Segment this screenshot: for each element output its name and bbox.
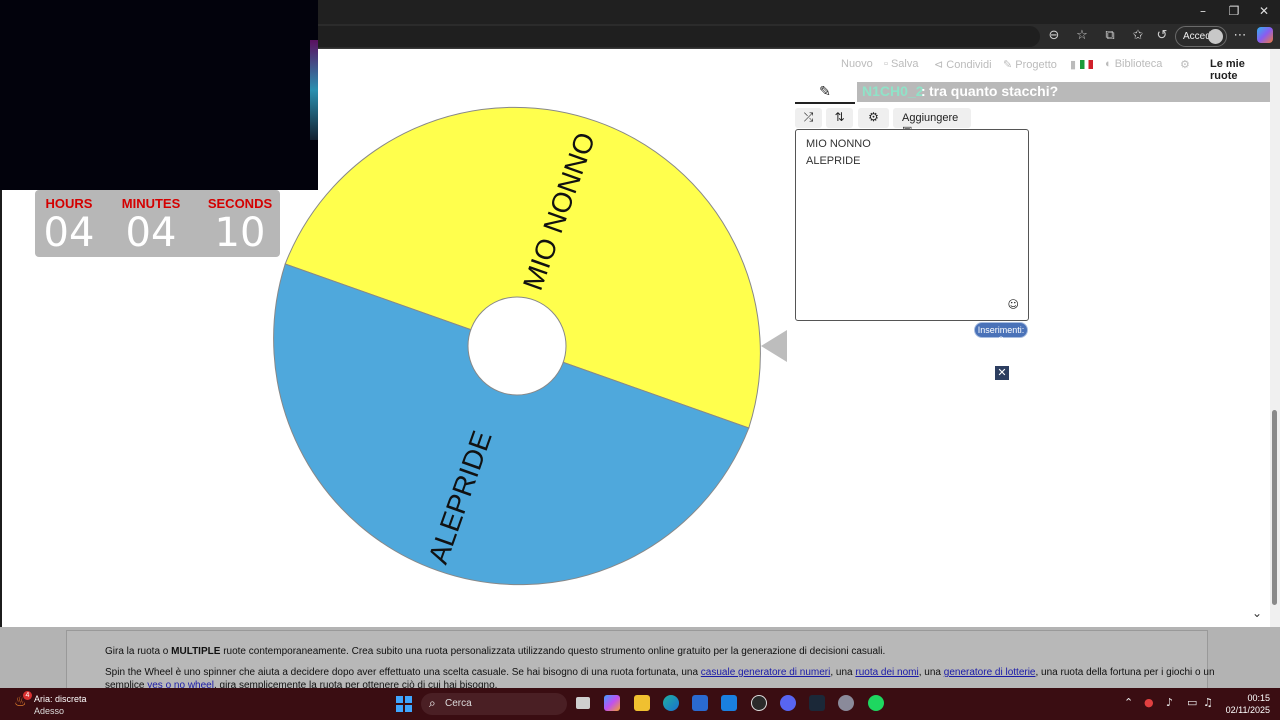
close-window-icon[interactable]: ✕ [1254,4,1274,18]
extensions-icon[interactable]: ⧉ [1101,28,1119,43]
copilot-app-icon[interactable] [604,695,620,711]
reader-mode-icon[interactable]: ⊖ [1045,28,1063,43]
more-menu-icon[interactable]: ⋯ [1231,28,1249,43]
weather-badge: 4 [23,691,32,700]
favorite-star-icon[interactable]: ☆ [1073,28,1091,43]
settings-app-icon[interactable] [838,695,854,711]
windows-start-button[interactable] [396,696,412,712]
network-icon[interactable]: ▭ [1187,696,1197,709]
description-paragraph-1: Gira la ruota o MULTIPLE ruote contempor… [105,646,885,657]
taskbar-search[interactable]: ⌕ Cerca [421,693,567,715]
weather-subtitle: Adesso [34,706,65,716]
maximize-icon[interactable]: ❐ [1224,4,1244,18]
overlay-edge-glow [310,40,318,140]
minutes-value: 04 [125,210,177,256]
clock-time: 00:15 [1247,693,1270,703]
wheel-group[interactable]: MIO NONNO ALEPRIDE [273,106,761,586]
wheel-center[interactable] [467,296,567,396]
steam-icon[interactable] [809,695,825,711]
description-paragraph-2: Spin the Wheel è uno spinner che aiuta a… [105,667,1215,678]
seconds-value: 10 [214,210,266,256]
clock-date: 02/11/2025 [1225,705,1270,715]
volume-icon[interactable]: ♫ [1203,696,1213,709]
discord-icon[interactable] [780,695,796,711]
microphone-icon[interactable]: ♪ [1166,696,1173,709]
webcam-overlay [0,0,318,190]
history-icon[interactable]: ↺ [1153,28,1171,43]
page-footer: Gira la ruota o MULTIPLE ruote contempor… [0,627,1280,691]
scrollbar-thumb[interactable] [1272,410,1277,605]
lottery-link[interactable]: generatore di lotterie [944,667,1036,678]
countdown-minutes: MINUTES 04 [111,196,191,253]
hours-label: HOURS [45,196,93,211]
wheel-pointer [761,330,787,362]
favorites-icon[interactable]: ✩ [1129,28,1147,43]
mail-icon[interactable] [721,695,737,711]
countdown-seconds: SECONDS 10 [200,196,280,253]
p2-b: , una [830,667,856,678]
name-wheel-link[interactable]: ruota dei nomi [855,667,918,678]
taskbar-clock[interactable]: 00:15 02/11/2025 [1222,692,1270,716]
clock-app-icon[interactable] [751,695,767,711]
task-view-icon[interactable] [576,697,590,709]
seconds-label: SECONDS [207,196,273,211]
store-icon[interactable] [692,695,708,711]
p1-bold: MULTIPLE [171,646,221,657]
tray-app-icon[interactable]: ● [1144,696,1154,709]
p1-post: ruote contemporaneamente. Crea subito un… [220,646,886,657]
profile-avatar [1208,29,1223,44]
random-number-link[interactable]: casuale generatore di numeri [701,667,831,678]
p1-pre: Gira la ruota o [105,646,172,657]
p2-a: Spin the Wheel è uno spinner che aiuta a… [105,667,701,678]
chevron-down-icon[interactable]: ⌄ [1252,606,1262,620]
minimize-icon[interactable]: – [1193,4,1213,18]
search-label: Cerca [445,698,472,709]
weather-title: Aria: discreta [34,694,87,704]
description-box: Gira la ruota o MULTIPLE ruote contempor… [66,630,1215,691]
countdown-hours: HOURS 04 [29,196,109,253]
file-explorer-icon[interactable] [634,695,650,711]
p2-c: , una [918,667,944,678]
spotify-icon[interactable] [868,695,884,711]
minutes-label: MINUTES [121,196,181,211]
edge-browser-icon[interactable] [663,695,679,711]
p2-d: , una ruota della fortuna per i giochi o… [1035,667,1215,678]
search-icon: ⌕ [429,696,436,710]
tray-chevron-icon[interactable]: ⌃ [1124,696,1133,709]
copilot-icon[interactable] [1257,27,1273,43]
signin-button[interactable]: Accedi [1175,26,1227,47]
hours-value: 04 [43,210,95,256]
countdown-widget: HOURS 04 MINUTES 04 SECONDS 10 [35,190,280,257]
